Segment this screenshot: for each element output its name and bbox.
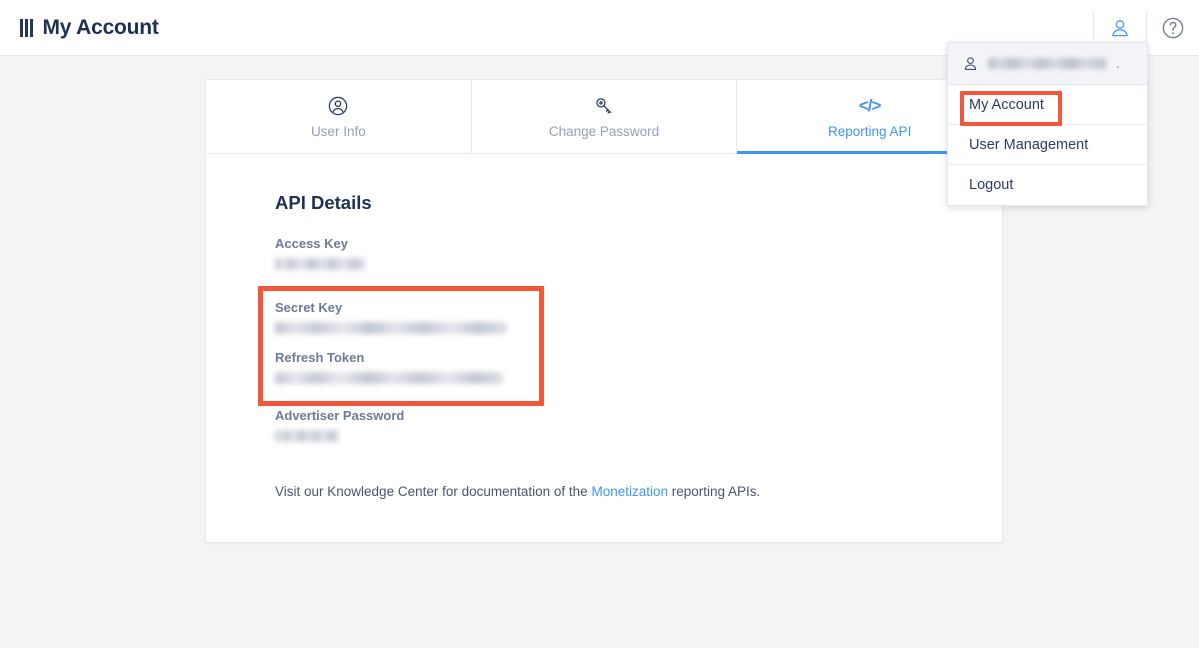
field-label: Refresh Token: [275, 350, 1002, 365]
field-access-key: Access Key: [275, 236, 1002, 270]
user-icon: [962, 55, 979, 72]
field-label: Advertiser Password: [275, 408, 1002, 423]
field-secret-key: Secret Key: [275, 300, 1002, 334]
menu-item-user-management[interactable]: User Management: [948, 125, 1147, 165]
knowledge-center-note: Visit our Knowledge Center for documenta…: [275, 484, 1002, 499]
dropdown-username-row: .: [948, 43, 1147, 85]
field-label: Secret Key: [275, 300, 1002, 315]
username-suffix: .: [1116, 57, 1120, 70]
user-circle-icon: [327, 95, 349, 117]
tab-user-info[interactable]: User Info: [206, 80, 472, 153]
field-value-redacted: [275, 372, 503, 384]
tab-label: Reporting API: [828, 124, 911, 139]
field-value-redacted: [275, 258, 365, 270]
page-title: My Account: [43, 16, 159, 40]
account-dropdown-menu: . My Account User Management Logout: [947, 42, 1148, 206]
field-advertiser-password: Advertiser Password: [275, 408, 1002, 442]
footnote-text-after: reporting APIs.: [668, 484, 760, 499]
menu-item-my-account[interactable]: My Account: [948, 85, 1147, 125]
tab-change-password[interactable]: Change Password: [472, 80, 738, 153]
tab-label: User Info: [311, 124, 366, 139]
account-card: User Info Change Password </> Reporting …: [205, 79, 1003, 543]
vertical-bars-icon[interactable]: [20, 19, 33, 37]
username-redacted: [988, 58, 1106, 69]
menu-item-label: Logout: [969, 177, 1013, 193]
field-value-redacted: [275, 322, 507, 334]
question-circle-icon[interactable]: [1147, 0, 1199, 56]
section-title: API Details: [275, 192, 1002, 214]
menu-item-label: My Account: [969, 97, 1044, 113]
brand: My Account: [20, 16, 159, 40]
menu-item-logout[interactable]: Logout: [948, 165, 1147, 205]
field-label: Access Key: [275, 236, 1002, 251]
footnote-text-before: Visit our Knowledge Center for documenta…: [275, 484, 591, 499]
tab-bar: User Info Change Password </> Reporting …: [206, 80, 1002, 154]
tab-label: Change Password: [549, 124, 659, 139]
menu-item-label: User Management: [969, 137, 1088, 153]
field-refresh-token: Refresh Token: [275, 350, 1002, 384]
api-details-panel: API Details Access Key Secret Key Refres…: [206, 154, 1002, 499]
key-icon: [593, 95, 615, 117]
field-value-redacted: [275, 430, 339, 442]
highlighted-credentials-group: Secret Key Refresh Token: [275, 286, 1002, 396]
code-brackets-icon: </>: [859, 95, 881, 117]
monetization-link[interactable]: Monetization: [591, 484, 668, 499]
